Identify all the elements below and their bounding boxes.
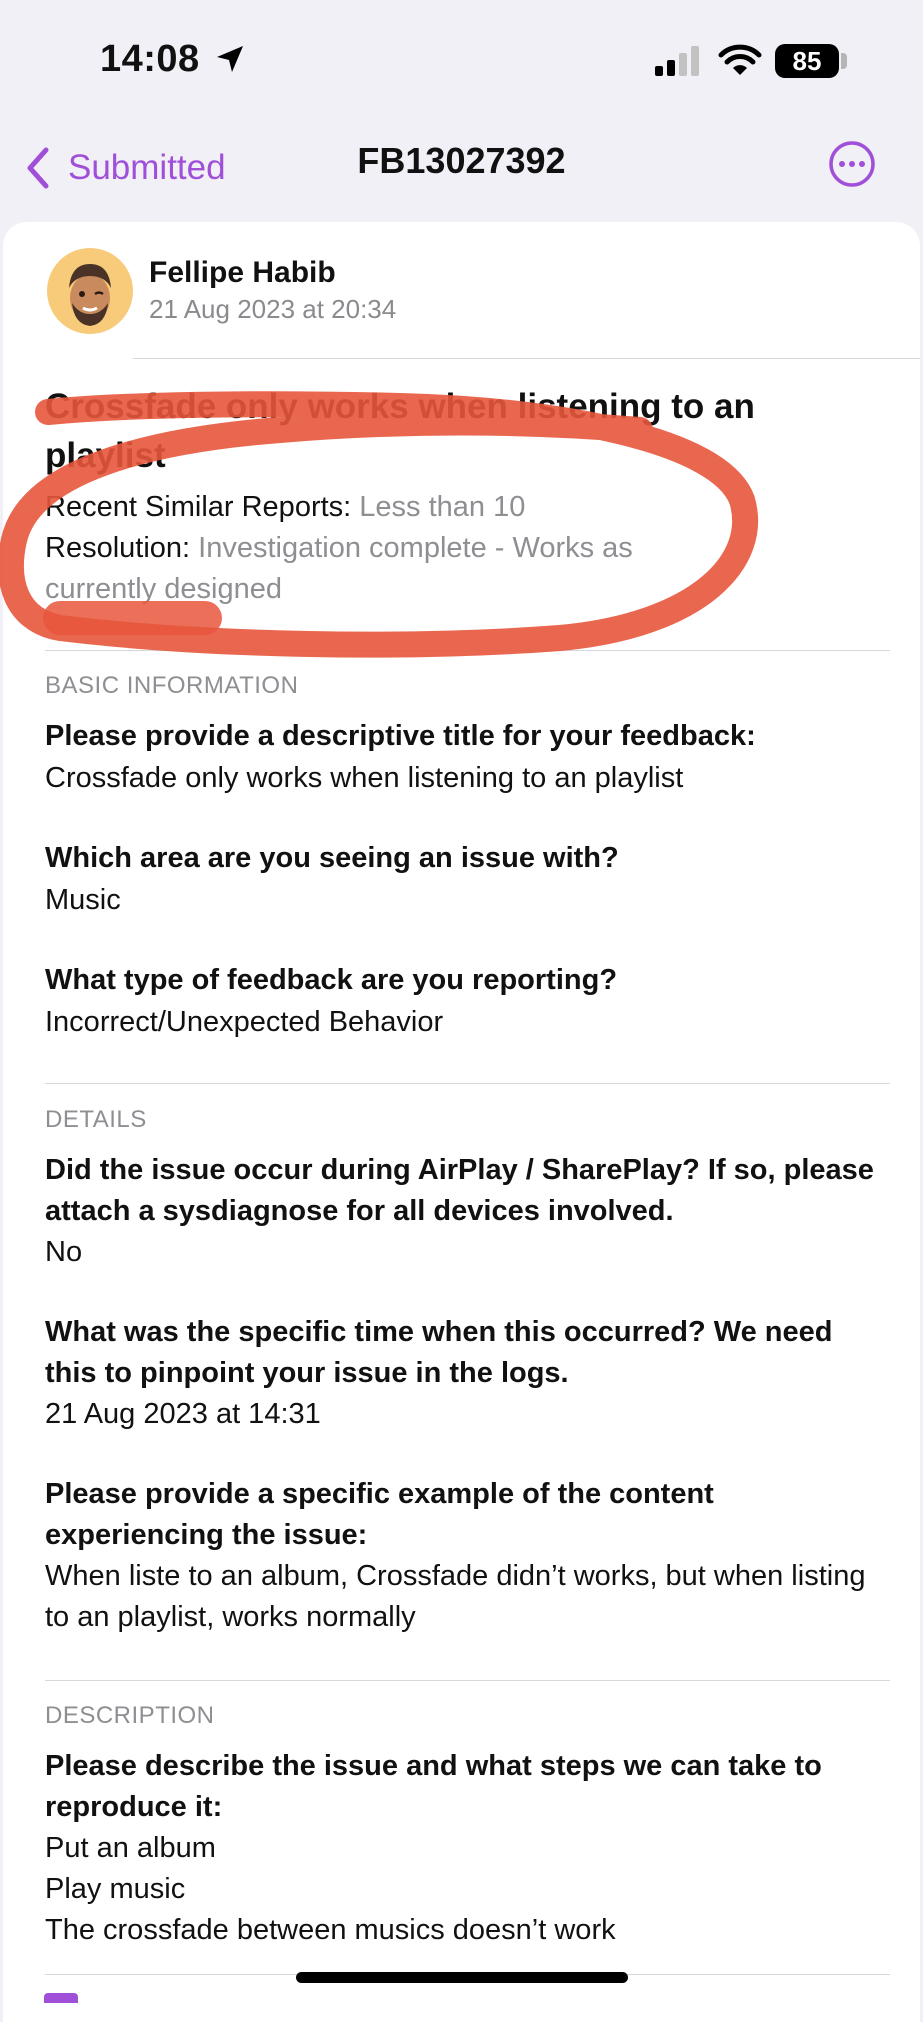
ellipsis-circle-icon[interactable] (828, 140, 876, 188)
divider (45, 650, 890, 651)
status-bar: 14:08 85 (0, 0, 923, 120)
resolution: Resolution: Investigation complete - Wor… (45, 528, 735, 610)
question-example: Please provide a specific example of the… (45, 1478, 714, 1551)
feedback-card: Fellipe Habib 21 Aug 2023 at 20:34 Cross… (3, 222, 920, 2022)
answer-example: When liste to an album, Crossfade didn’t… (45, 1560, 866, 1633)
section-header-basic: BASIC INFORMATION (45, 672, 299, 699)
section-header-description: DESCRIPTION (45, 1702, 215, 1729)
page-title: FB13027392 (357, 140, 566, 181)
question-title: Please provide a descriptive title for y… (45, 720, 756, 752)
description-line-1: Put an album (45, 1832, 216, 1864)
divider (45, 1680, 890, 1681)
battery-indicator: 85 (775, 44, 839, 78)
submission-date: 21 Aug 2023 at 20:34 (149, 294, 397, 324)
answer-title: Crossfade only works when listening to a… (45, 762, 684, 794)
answer-area: Music (45, 884, 121, 916)
divider (45, 1083, 890, 1084)
answer-airplay: No (45, 1236, 83, 1268)
question-time: What was the specific time when this occ… (45, 1316, 833, 1389)
partial-attachment-icon (44, 1993, 78, 2003)
cellular-signal-icon (655, 46, 699, 76)
answer-feedback-type: Incorrect/Unexpected Behavior (45, 1006, 444, 1038)
question-feedback-type: What type of feedback are you reporting? (45, 964, 618, 996)
location-arrow-icon (217, 46, 243, 72)
resolution-label: Resolution: (45, 532, 191, 564)
avatar (47, 248, 133, 334)
section-header-details: DETAILS (45, 1106, 147, 1133)
similar-reports-value: Less than 10 (359, 491, 526, 523)
status-time: 14:08 (100, 38, 200, 80)
question-description: Please describe the issue and what steps… (45, 1750, 822, 1823)
description-line-3: The crossfade between musics doesn’t wor… (45, 1914, 616, 1946)
divider (133, 358, 920, 359)
home-indicator (296, 1972, 628, 1983)
answer-time: 21 Aug 2023 at 14:31 (45, 1398, 321, 1430)
question-airplay: Did the issue occur during AirPlay / Sha… (45, 1154, 874, 1227)
author-name: Fellipe Habib (149, 256, 336, 289)
wifi-icon (718, 44, 762, 75)
report-title: Crossfade only works when listening to a… (45, 387, 755, 475)
navigation-bar: Submitted FB13027392 (0, 120, 923, 220)
battery-tip (841, 53, 847, 69)
similar-reports: Recent Similar Reports: Less than 10 (45, 487, 735, 528)
question-area: Which area are you seeing an issue with? (45, 842, 619, 874)
description-line-2: Play music (45, 1873, 186, 1905)
similar-reports-label: Recent Similar Reports: (45, 491, 352, 523)
